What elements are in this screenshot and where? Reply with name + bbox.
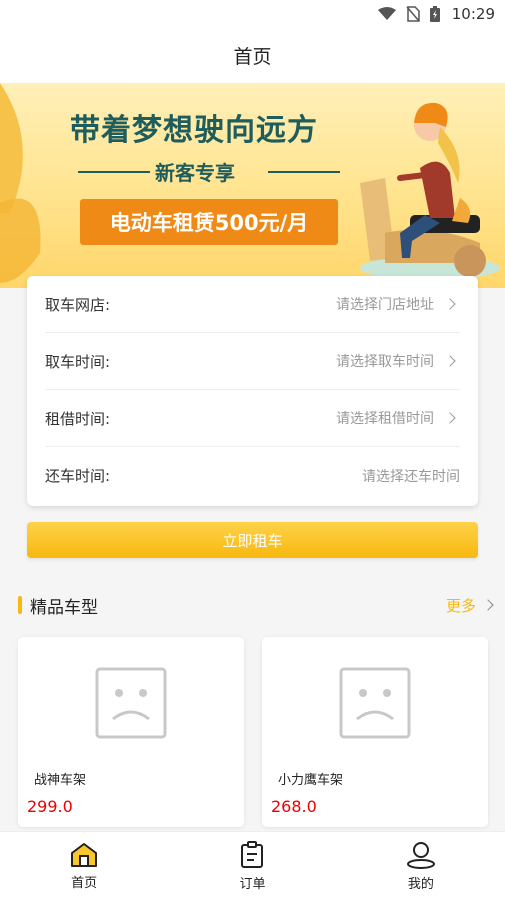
banner-divider-left	[78, 171, 150, 173]
form-row-pickup-time[interactable]: 取车时间: 请选择取车时间	[45, 333, 460, 390]
sad-face-placeholder-icon	[95, 667, 167, 739]
return-time-label: 还车时间:	[45, 467, 111, 485]
product-card[interactable]: 战神车架 299.0	[18, 637, 244, 827]
sad-face-placeholder-icon	[339, 667, 411, 739]
scooter-rider-illustration-icon	[360, 102, 500, 280]
nav-home-label: 首页	[71, 875, 98, 891]
pickup-time-value: 请选择取车时间	[336, 351, 460, 371]
clock-time: 10:29	[451, 5, 495, 23]
rent-now-label: 立即租车	[222, 531, 283, 550]
status-icons	[377, 6, 440, 22]
user-icon	[406, 841, 435, 869]
pickup-time-label: 取车时间:	[45, 352, 111, 371]
banner-promo-tag: 电动车租赁500元/月	[80, 199, 338, 245]
pickup-store-label: 取车网店:	[45, 295, 111, 314]
form-row-pickup-store[interactable]: 取车网店: 请选择门店地址	[45, 276, 460, 333]
wifi-icon	[377, 7, 396, 20]
nav-orders-label: 订单	[239, 876, 266, 892]
title-bar: 首页	[0, 28, 505, 83]
product-name: 小力鹰车架	[278, 773, 344, 788]
chevron-right-icon	[444, 355, 456, 367]
return-time-placeholder: 请选择还车时间	[362, 468, 460, 485]
banner-divider-right	[268, 171, 340, 173]
chevron-right-icon	[444, 298, 456, 310]
section-title-text: 精品车型	[30, 597, 98, 618]
banner-headline: 带着梦想驶向远方	[70, 113, 318, 148]
bottom-nav: 首页 订单 我的	[0, 831, 505, 900]
chevron-right-icon	[444, 412, 456, 424]
return-time-value: 请选择还车时间	[362, 466, 460, 486]
promo-banner[interactable]: 带着梦想驶向远方 新客专享 电动车租赁500元/月	[0, 83, 505, 288]
rental-duration-label: 租借时间:	[45, 409, 111, 428]
product-name: 战神车架	[34, 773, 87, 788]
clipboard-icon	[241, 840, 264, 868]
section-accent-bar	[18, 596, 22, 614]
no-sim-icon	[406, 6, 420, 22]
rental-duration-value: 请选择租借时间	[336, 408, 460, 428]
product-price: 299.0	[27, 797, 73, 816]
nav-item-orders[interactable]: 订单	[168, 832, 336, 900]
leaf-decoration-icon	[0, 83, 41, 283]
banner-promo-text: 电动车租赁500元/月	[109, 211, 309, 235]
product-card[interactable]: 小力鹰车架 268.0	[262, 637, 488, 827]
battery-icon	[429, 6, 440, 22]
booking-form: 取车网店: 请选择门店地址 取车时间: 请选择取车时间 租借时间: 请选择租借时…	[27, 276, 478, 506]
product-price: 268.0	[271, 797, 317, 816]
more-link-label: 更多	[445, 596, 476, 615]
banner-subline: 新客专享	[155, 161, 235, 185]
pickup-store-value: 请选择门店地址	[336, 294, 460, 314]
nav-item-profile[interactable]: 我的	[337, 832, 505, 900]
rental-duration-placeholder: 请选择租借时间	[336, 411, 434, 427]
form-row-return-time[interactable]: 还车时间: 请选择还车时间	[45, 447, 460, 504]
nav-profile-label: 我的	[407, 876, 434, 892]
chevron-right-icon	[482, 599, 494, 611]
status-bar: 10:29	[0, 0, 505, 28]
page-title: 首页	[233, 46, 272, 68]
nav-item-home[interactable]: 首页	[0, 832, 168, 900]
section-title: 精品车型	[18, 593, 98, 618]
form-row-rental-duration[interactable]: 租借时间: 请选择租借时间	[45, 390, 460, 447]
rent-now-button[interactable]: 立即租车	[27, 522, 478, 558]
more-link[interactable]: 更多	[445, 595, 494, 616]
pickup-time-placeholder: 请选择取车时间	[336, 354, 434, 370]
featured-models-header: 精品车型 更多	[18, 590, 494, 620]
home-icon	[71, 842, 98, 867]
pickup-store-placeholder: 请选择门店地址	[336, 297, 434, 313]
